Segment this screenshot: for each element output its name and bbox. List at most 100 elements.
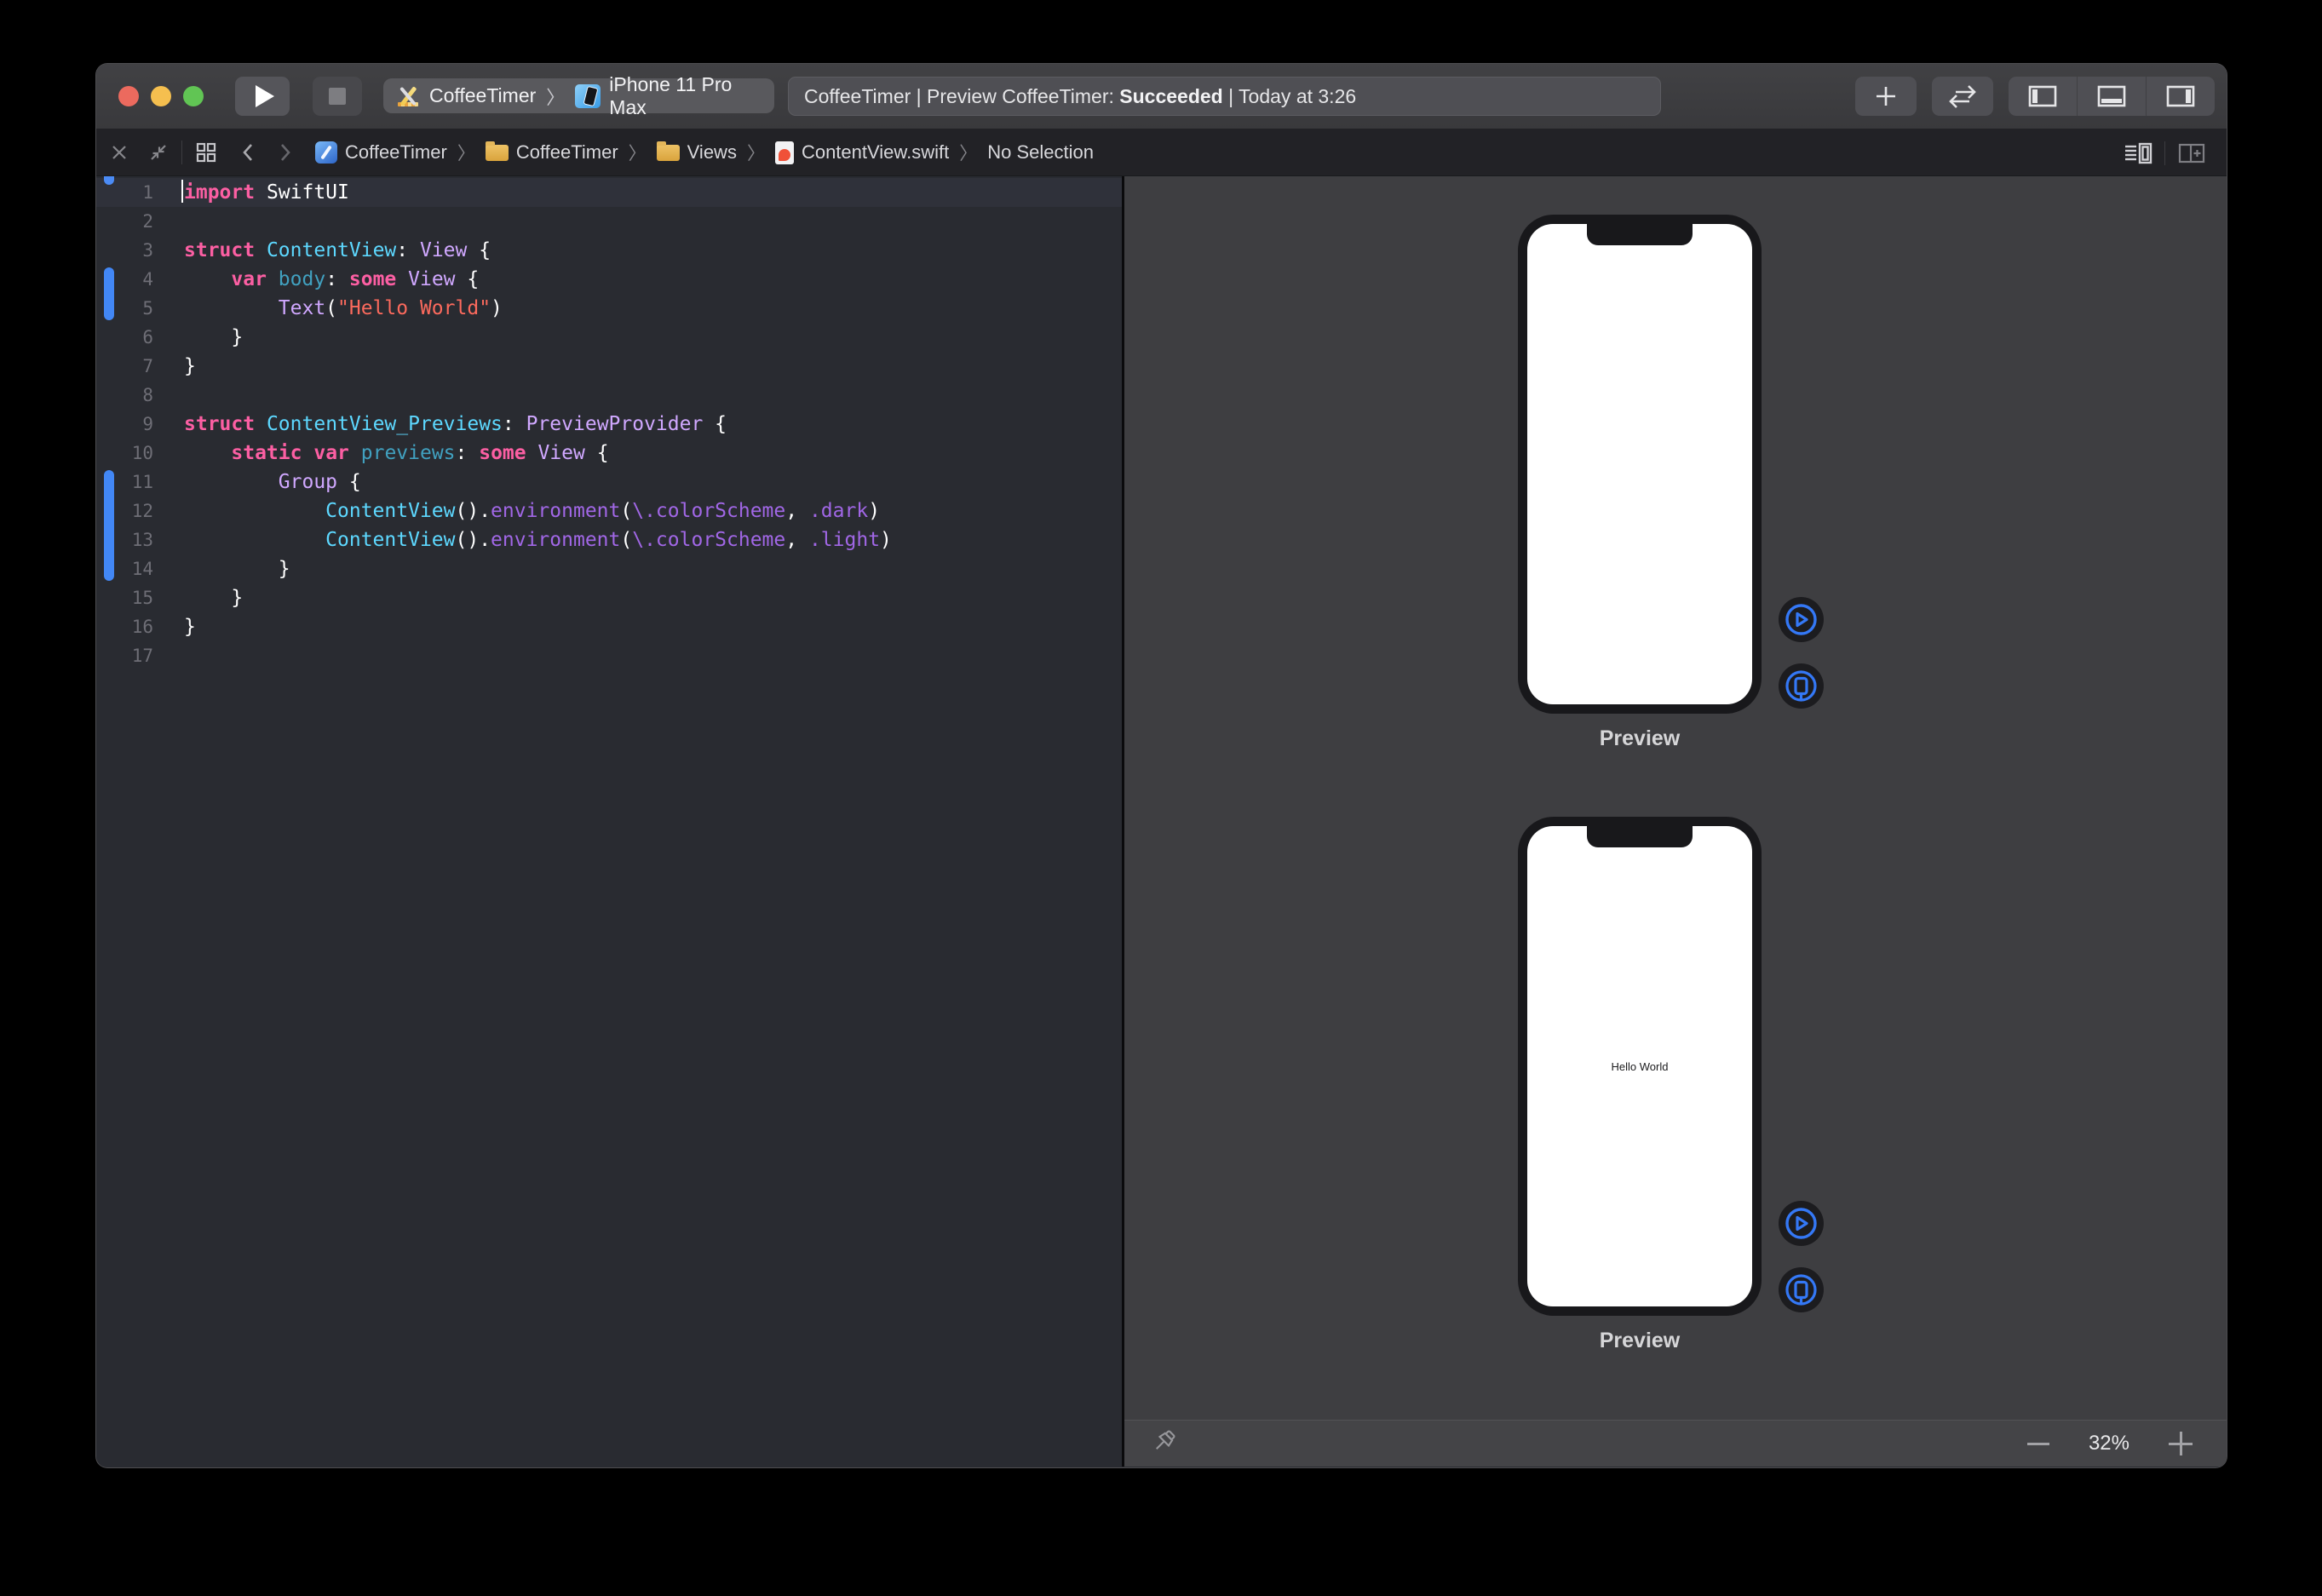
toggle-right-panel-button[interactable] (2146, 77, 2215, 116)
code-line[interactable]: 17 (96, 641, 1122, 670)
close-editor-button[interactable] (110, 143, 129, 162)
grid-icon (194, 141, 218, 164)
pin-preview-button[interactable] (1148, 1427, 1179, 1461)
line-number: 3 (96, 236, 153, 265)
zoom-out-button[interactable] (2027, 1443, 2049, 1445)
breadcrumb-views-group[interactable]: Views (657, 141, 737, 164)
code-line[interactable]: 16} (96, 612, 1122, 641)
scheme-selector[interactable]: CoffeeTimer 〉 iPhone 11 Pro Max (383, 78, 774, 113)
breadcrumb-file[interactable]: ContentView.swift (775, 141, 949, 164)
shrink-editor-button[interactable] (147, 141, 170, 164)
code-line[interactable]: 13 ContentView().environment(\.colorSche… (96, 525, 1122, 554)
library-add-button[interactable] (1855, 77, 1917, 116)
related-items-button[interactable] (194, 141, 218, 164)
code-line[interactable]: 5 Text("Hello World") (96, 294, 1122, 323)
code-text: } (184, 323, 243, 352)
simulator-device-icon (575, 84, 601, 108)
xcode-window: CoffeeTimer 〉 iPhone 11 Pro Max CoffeeTi… (96, 64, 2227, 1467)
code-line[interactable]: 6 } (96, 323, 1122, 352)
close-window-button[interactable] (118, 86, 139, 106)
stop-button[interactable] (313, 77, 362, 116)
xcode-project-icon (315, 141, 337, 164)
swift-file-icon (775, 141, 794, 164)
preview-device-frame[interactable]: Hello World (1518, 817, 1762, 1316)
folder-icon (486, 145, 509, 161)
go-forward-button[interactable] (278, 141, 293, 164)
preview-device-frame[interactable] (1518, 215, 1762, 714)
editor-options-icon (2124, 141, 2152, 166)
line-number: 13 (96, 525, 153, 554)
live-preview-button[interactable] (1779, 597, 1824, 642)
breadcrumb-label: No Selection (987, 141, 1094, 164)
line-number: 5 (96, 294, 153, 323)
preview-bottom-bar: 32% (1124, 1420, 2227, 1467)
scheme-name: CoffeeTimer (429, 84, 536, 107)
toggle-bottom-panel-button[interactable] (2077, 77, 2146, 116)
toggle-left-panel-button[interactable] (2009, 77, 2077, 116)
code-line[interactable]: 12 ContentView().environment(\.colorSche… (96, 497, 1122, 525)
code-text: } (184, 583, 243, 612)
chevron-left-icon (240, 141, 256, 164)
live-preview-button[interactable] (1779, 1201, 1824, 1246)
code-line[interactable]: 1import SwiftUI (96, 178, 1122, 207)
go-back-button[interactable] (240, 141, 256, 164)
code-text: } (184, 612, 196, 641)
code-line[interactable]: 11 Group { (96, 468, 1122, 497)
right-panel-icon (2165, 84, 2196, 108)
minimize-window-button[interactable] (151, 86, 171, 106)
code-text: var body: some View { (184, 265, 479, 294)
preview-device-screen[interactable]: Hello World (1527, 826, 1752, 1306)
code-area[interactable]: 1import SwiftUI23struct ContentView: Vie… (96, 178, 1122, 670)
device-notch (1587, 224, 1693, 245)
line-number: 10 (96, 439, 153, 468)
breadcrumb-project[interactable]: CoffeeTimer (315, 141, 447, 164)
code-line[interactable]: 3struct ContentView: View { (96, 236, 1122, 265)
code-line[interactable]: 4 var body: some View { (96, 265, 1122, 294)
line-number: 1 (96, 178, 153, 207)
code-line[interactable]: 15 } (96, 583, 1122, 612)
zoom-level: 32% (2089, 1432, 2129, 1455)
preview-label: Preview (1518, 726, 1762, 751)
code-line[interactable]: 8 (96, 381, 1122, 410)
swap-editors-button[interactable] (1932, 77, 1993, 116)
play-circle-icon (1784, 602, 1819, 637)
preview-device-screen[interactable] (1527, 224, 1752, 704)
line-number: 14 (96, 554, 153, 583)
zoom-window-button[interactable] (183, 86, 204, 106)
preview-on-device-button[interactable] (1779, 663, 1824, 709)
chevron-right-icon: 〉 (546, 83, 565, 110)
stop-icon (329, 88, 346, 105)
code-line[interactable]: 9struct ContentView_Previews: PreviewPro… (96, 410, 1122, 439)
play-icon (256, 85, 274, 107)
code-line[interactable]: 2 (96, 207, 1122, 236)
code-text: ContentView().environment(\.colorScheme,… (184, 525, 892, 554)
code-text: } (184, 352, 196, 381)
line-number: 9 (96, 410, 153, 439)
code-text: static var previews: some View { (184, 439, 609, 468)
line-number: 17 (96, 641, 153, 670)
editor-options-button[interactable] (2124, 141, 2152, 166)
code-line[interactable]: 14 } (96, 554, 1122, 583)
breadcrumb-label: CoffeeTimer (345, 141, 447, 164)
left-panel-icon (2027, 84, 2058, 108)
run-button[interactable] (235, 77, 290, 116)
add-editor-button[interactable] (2177, 141, 2206, 165)
breadcrumb-selection[interactable]: No Selection (987, 141, 1094, 164)
code-line[interactable]: 10 static var previews: some View { (96, 439, 1122, 468)
line-number: 8 (96, 381, 153, 410)
code-text: Text("Hello World") (184, 294, 503, 323)
preview-on-device-button[interactable] (1779, 1267, 1824, 1312)
source-editor[interactable]: 1import SwiftUI23struct ContentView: Vie… (96, 176, 1122, 1467)
breadcrumb-label: CoffeeTimer (516, 141, 618, 164)
zoom-in-button[interactable] (2169, 1432, 2193, 1455)
minimize-arrows-icon (147, 141, 170, 164)
breadcrumb-group[interactable]: CoffeeTimer (486, 141, 618, 164)
code-text: ContentView().environment(\.colorScheme,… (184, 497, 880, 525)
line-number: 15 (96, 583, 153, 612)
preview-label: Preview (1518, 1329, 1762, 1353)
code-line[interactable]: 7} (96, 352, 1122, 381)
line-number: 16 (96, 612, 153, 641)
breadcrumb-separator: 〉 (629, 140, 647, 165)
app-target-icon (395, 83, 421, 109)
breadcrumb-separator: 〉 (747, 140, 765, 165)
